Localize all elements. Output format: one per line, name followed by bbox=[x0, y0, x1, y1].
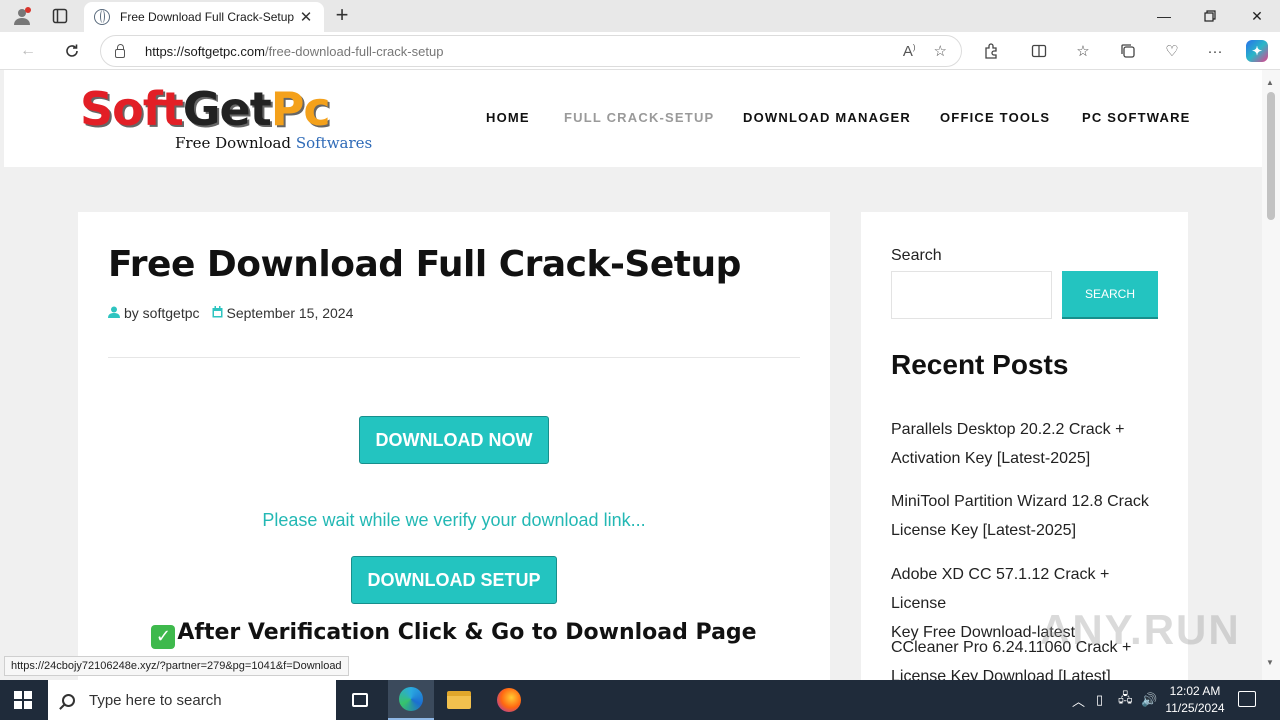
verify-message: Please wait while we verify your downloa… bbox=[262, 510, 646, 530]
menu-pc-software[interactable]: PC SOFTWARE bbox=[1082, 110, 1191, 125]
new-tab-icon[interactable]: + bbox=[330, 4, 354, 28]
restore-icon[interactable] bbox=[1187, 0, 1233, 32]
split-screen-icon[interactable] bbox=[1028, 40, 1050, 62]
close-tab-icon[interactable]: ✕ bbox=[298, 8, 314, 26]
recent-post-link[interactable]: Parallels Desktop 20.2.2 Crack + Activati… bbox=[891, 415, 1166, 473]
taskbar: Type here to search ︿ ▯ 🖧 🔊 12:02 AM 11/2… bbox=[0, 680, 1280, 720]
menu-full-crack-setup[interactable]: FULL CRACK-SETUP bbox=[564, 110, 714, 125]
divider bbox=[108, 357, 800, 358]
url-text[interactable]: https://softgetpc.com/free-download-full… bbox=[145, 44, 885, 59]
browser-toolbar: ← https://softgetpc.com/free-download-fu… bbox=[0, 32, 1280, 70]
volume-icon[interactable]: 🔊 bbox=[1141, 680, 1157, 720]
extensions-icon[interactable] bbox=[980, 40, 1002, 62]
site-header: SoftGetPc Free Download Softwares HOME F… bbox=[4, 70, 1262, 167]
refresh-icon[interactable] bbox=[58, 38, 86, 64]
user-icon bbox=[108, 306, 120, 321]
search-icon bbox=[62, 693, 75, 707]
recent-posts-title: Recent Posts bbox=[891, 349, 1069, 380]
recent-post-link[interactable]: MiniTool Partition Wizard 12.8 Crack Lice… bbox=[891, 487, 1166, 545]
menu-download-manager[interactable]: DOWNLOAD MANAGER bbox=[743, 110, 911, 125]
minimize-icon[interactable]: — bbox=[1141, 0, 1187, 32]
scroll-thumb[interactable] bbox=[1267, 92, 1275, 220]
browser-essentials-icon[interactable]: ♡ bbox=[1161, 40, 1183, 62]
sidebar-search-input[interactable] bbox=[891, 271, 1052, 319]
search-label: Search bbox=[891, 247, 942, 264]
workspaces-icon[interactable] bbox=[48, 4, 72, 28]
calendar-icon bbox=[212, 305, 223, 321]
read-aloud-icon[interactable]: A) bbox=[903, 43, 916, 60]
page-scrollbar[interactable]: ▲ ▼ bbox=[1262, 70, 1280, 680]
globe-icon bbox=[94, 9, 110, 25]
download-setup-button[interactable]: DOWNLOAD SETUP bbox=[351, 556, 557, 604]
back-icon[interactable]: ← bbox=[14, 38, 42, 64]
system-clock[interactable]: 12:02 AM 11/25/2024 bbox=[1160, 683, 1230, 717]
task-view-icon[interactable] bbox=[337, 680, 383, 720]
check-mark-icon: ✓ bbox=[151, 625, 176, 649]
start-windows-icon[interactable] bbox=[14, 691, 32, 709]
firefox-icon[interactable] bbox=[486, 680, 532, 720]
anyrun-watermark: ANY.RUN bbox=[1040, 606, 1241, 653]
post-date[interactable]: September 15, 2024 bbox=[227, 305, 354, 321]
favorite-star-icon[interactable]: ☆ bbox=[934, 42, 947, 60]
edge-taskbar-icon[interactable] bbox=[388, 680, 434, 720]
battery-icon[interactable]: ▯ bbox=[1096, 680, 1103, 720]
download-now-button[interactable]: DOWNLOAD NOW bbox=[359, 416, 549, 464]
collections-icon[interactable] bbox=[1117, 40, 1139, 62]
scroll-up-icon[interactable]: ▲ bbox=[1266, 78, 1274, 87]
menu-office-tools[interactable]: OFFICE TOOLS bbox=[940, 110, 1050, 125]
after-verification-text: ✓ After Verification Click & Go to Downlo… bbox=[78, 620, 830, 649]
tab-title: Free Download Full Crack-Setup bbox=[120, 10, 295, 24]
browser-tab-bar: Free Download Full Crack-Setup ✕ + — ✕ bbox=[0, 0, 1280, 32]
active-tab[interactable]: Free Download Full Crack-Setup ✕ bbox=[84, 2, 324, 32]
post-content: Free Download Full Crack-Setup by softge… bbox=[78, 212, 830, 680]
menu-home[interactable]: HOME bbox=[486, 110, 530, 125]
post-meta: by softgetpc September 15, 2024 bbox=[108, 305, 353, 321]
lock-icon[interactable] bbox=[115, 43, 125, 58]
close-window-icon[interactable]: ✕ bbox=[1234, 0, 1280, 32]
sidebar-search-button[interactable]: SEARCH bbox=[1062, 271, 1158, 319]
address-bar[interactable]: https://softgetpc.com/free-download-full… bbox=[100, 35, 962, 67]
show-hidden-icons[interactable]: ︿ bbox=[1072, 680, 1085, 720]
page-viewport: SoftGetPc Free Download Softwares HOME F… bbox=[0, 70, 1262, 680]
taskbar-search[interactable]: Type here to search bbox=[48, 680, 336, 720]
favorites-icon[interactable]: ☆ bbox=[1072, 40, 1094, 62]
post-title: Free Download Full Crack-Setup bbox=[108, 244, 741, 285]
network-icon[interactable]: 🖧 bbox=[1118, 680, 1133, 720]
post-author[interactable]: by softgetpc bbox=[124, 305, 200, 321]
status-bar-link: https://24cbojy72106248e.xyz/?partner=27… bbox=[4, 656, 349, 676]
profile-icon[interactable] bbox=[10, 4, 34, 28]
scroll-down-icon[interactable]: ▼ bbox=[1266, 658, 1274, 667]
site-logo[interactable]: SoftGetPc Free Download Softwares bbox=[80, 82, 372, 152]
notification-icon[interactable] bbox=[1238, 691, 1256, 707]
more-options-icon[interactable]: ··· bbox=[1204, 40, 1226, 62]
file-explorer-icon[interactable] bbox=[436, 680, 482, 720]
copilot-icon[interactable]: ✦ bbox=[1246, 40, 1268, 62]
